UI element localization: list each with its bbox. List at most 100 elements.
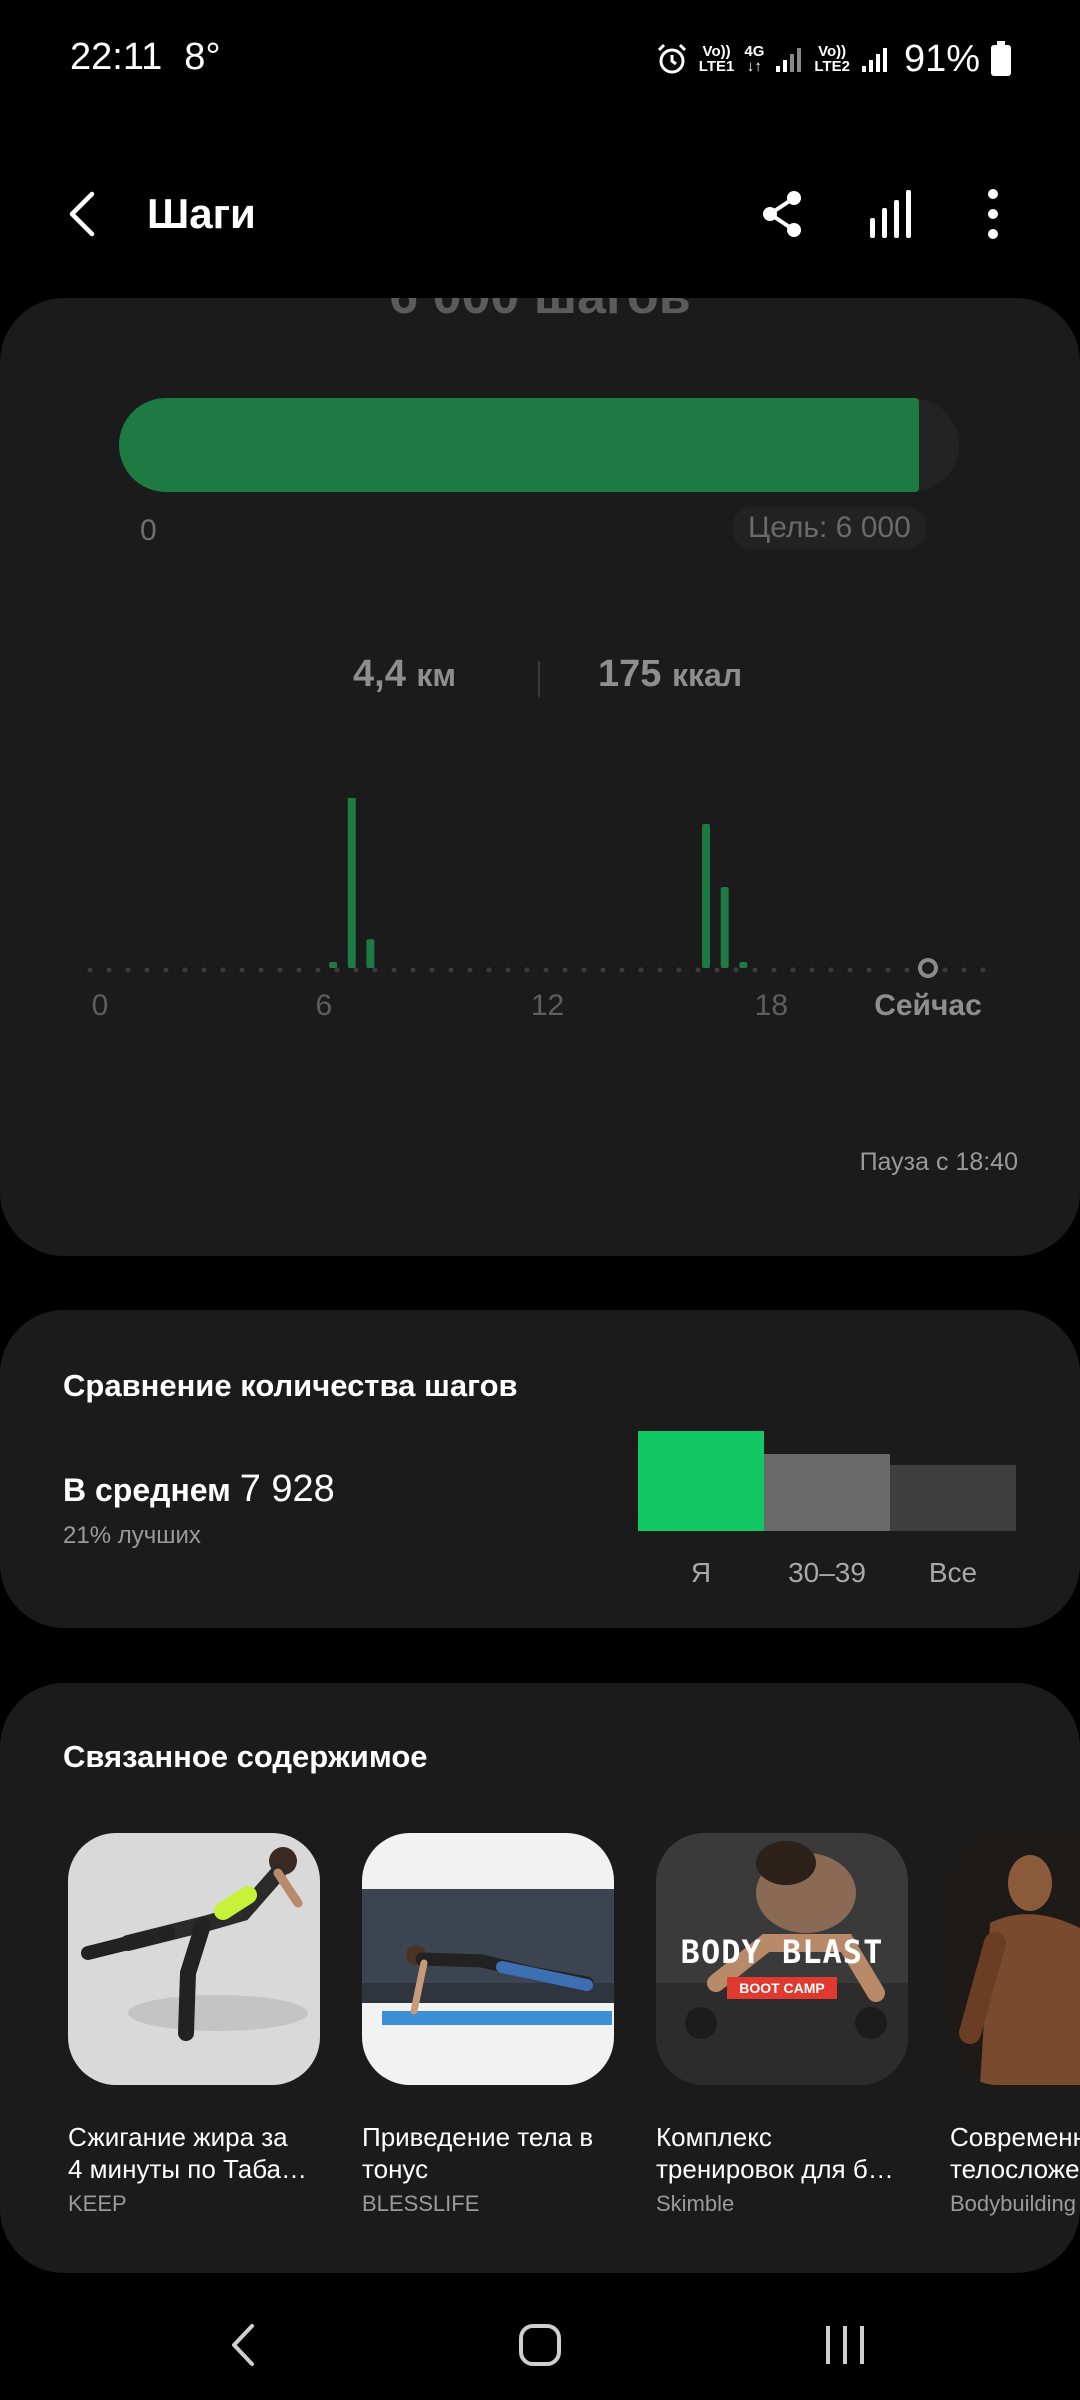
comparison-bar-label: Я xyxy=(691,1557,711,1588)
workout-thumbnail xyxy=(68,1833,320,2085)
related-list: Сжигание жира за 4 минуты по Таба… KEEP … xyxy=(68,1833,1080,2253)
goal-label[interactable]: Цель: 6 000 xyxy=(732,506,927,550)
baseline-dot xyxy=(733,967,739,973)
steps-comparison-card[interactable]: Сравнение количества шагов В среднем 7 9… xyxy=(0,1310,1080,1628)
share-button[interactable] xyxy=(752,184,812,244)
baseline-dot xyxy=(828,967,834,973)
distance-unit: км xyxy=(416,657,457,693)
baseline-dot xyxy=(771,967,777,973)
calories-stat: 175 ккал xyxy=(598,653,742,696)
baseline-dot xyxy=(543,967,549,973)
baseline-dot xyxy=(239,967,245,973)
nav-recents-button[interactable] xyxy=(810,2312,880,2378)
nav-home-button[interactable] xyxy=(505,2312,575,2378)
item-source: Skimble xyxy=(656,2191,735,2216)
average-row: В среднем 7 928 xyxy=(63,1468,335,1511)
baseline-dot xyxy=(714,967,720,973)
goal-progress-bar xyxy=(119,398,959,492)
baseline-dot xyxy=(220,967,226,973)
bar-chart-icon xyxy=(870,190,911,238)
baseline-dot xyxy=(961,967,967,973)
trends-button[interactable] xyxy=(862,184,922,244)
x-tick-label: Сейчас xyxy=(874,989,982,1022)
workout-thumbnail xyxy=(362,1833,614,2085)
baseline-dot xyxy=(980,967,986,973)
baseline-dot xyxy=(524,967,530,973)
baseline-dot xyxy=(486,967,492,973)
item-title: Сжигание жира за xyxy=(68,2122,288,2152)
back-chevron-icon xyxy=(232,2324,254,2366)
x-tick-label: 6 xyxy=(315,989,332,1022)
baseline-dot xyxy=(201,967,207,973)
baseline-dot xyxy=(904,967,910,973)
item-title: телосложе xyxy=(950,2154,1080,2184)
battery-icon xyxy=(990,41,1012,77)
signal-icon xyxy=(774,44,804,74)
baseline-dot xyxy=(448,967,454,973)
item-title: Современн xyxy=(950,2122,1080,2152)
status-bar: 22:11 8° Vo)) LTE1 4G ↓↑ Vo)) LTE2 91% xyxy=(0,0,1080,120)
sim1-volte-label: Vo)) LTE1 xyxy=(698,43,735,75)
item-title: 4 минуты по Таба… xyxy=(68,2154,307,2184)
hourly-steps-chart[interactable]: 0 6 12 18 Сейчас xyxy=(0,798,1080,1118)
distance-value: 4,4 xyxy=(353,653,406,695)
signal-icon xyxy=(860,44,890,74)
hourly-step-bar xyxy=(720,887,729,968)
baseline-dot xyxy=(296,967,302,973)
baseline-dot xyxy=(657,967,663,973)
related-item-bodybuilding[interactable]: Современн телосложе Bodybuilding xyxy=(950,1833,1080,2217)
related-item-body-blast[interactable]: BODY BLAST BOOT CAMP Комплекс тренировок… xyxy=(656,1833,908,2217)
baseline-dot xyxy=(334,967,340,973)
workout-thumbnail xyxy=(950,1833,1080,2085)
x-tick-label: 12 xyxy=(531,989,564,1022)
x-tick-label: 0 xyxy=(92,989,109,1022)
average-value: 7 928 xyxy=(239,1468,335,1510)
temperature-text: 8° xyxy=(184,36,221,78)
baseline-dot xyxy=(695,967,701,973)
related-item-fat-burn[interactable]: Сжигание жира за 4 минуты по Таба… KEEP xyxy=(68,1833,320,2217)
alarm-icon xyxy=(655,42,689,76)
item-source: KEEP xyxy=(68,2191,127,2216)
baseline-dot xyxy=(885,967,891,973)
workout-thumbnail: BODY BLAST BOOT CAMP xyxy=(656,1833,908,2085)
baseline-dot xyxy=(258,967,264,973)
comparison-bar-label: Все xyxy=(929,1557,977,1588)
hourly-step-bar xyxy=(347,798,356,968)
stats-divider xyxy=(538,661,540,697)
steps-summary-card: 6 000 шагов 0 Цель: 6 000 4,4 км 175 кка… xyxy=(0,298,1080,1256)
now-marker xyxy=(918,958,938,978)
step-count: 6 000 шагов xyxy=(0,298,1080,326)
baseline-dot xyxy=(353,967,359,973)
hourly-step-bar xyxy=(739,962,748,968)
page-title: Шаги xyxy=(147,190,256,237)
related-item-tone[interactable]: Приведение тела в тонус BLESSLIFE xyxy=(362,1833,614,2217)
progress-min-label: 0 xyxy=(140,514,157,547)
clock-text: 22:11 xyxy=(70,36,163,78)
item-title: Приведение тела в xyxy=(362,2122,594,2152)
baseline-dot xyxy=(942,967,948,973)
item-source: Bodybuilding xyxy=(950,2191,1076,2216)
baseline-dot xyxy=(619,967,625,973)
baseline-dot xyxy=(182,967,188,973)
baseline-dot xyxy=(752,967,758,973)
status-time: 22:11 8° xyxy=(70,36,221,79)
item-title: тренировок для б… xyxy=(656,2154,894,2184)
comparison-bar xyxy=(638,1431,764,1531)
nav-back-button[interactable] xyxy=(210,2312,280,2378)
app-bar: Шаги xyxy=(0,170,1080,260)
more-options-button[interactable] xyxy=(968,184,1018,244)
calories-value: 175 xyxy=(598,653,662,695)
baseline-dot xyxy=(581,967,587,973)
distance-stat: 4,4 км xyxy=(353,653,456,696)
comparison-bar xyxy=(764,1454,890,1531)
average-label: В среднем xyxy=(63,1472,231,1508)
related-title: Связанное содержимое xyxy=(63,1739,428,1774)
back-button[interactable] xyxy=(56,184,116,244)
baseline-dot xyxy=(277,967,283,973)
share-icon xyxy=(763,191,801,237)
baseline-dot xyxy=(790,967,796,973)
system-navigation-bar xyxy=(0,2290,1080,2400)
baseline-dot xyxy=(144,967,150,973)
item-title: тонус xyxy=(362,2154,429,2184)
sim2-volte-label: Vo)) LTE2 xyxy=(814,43,850,75)
